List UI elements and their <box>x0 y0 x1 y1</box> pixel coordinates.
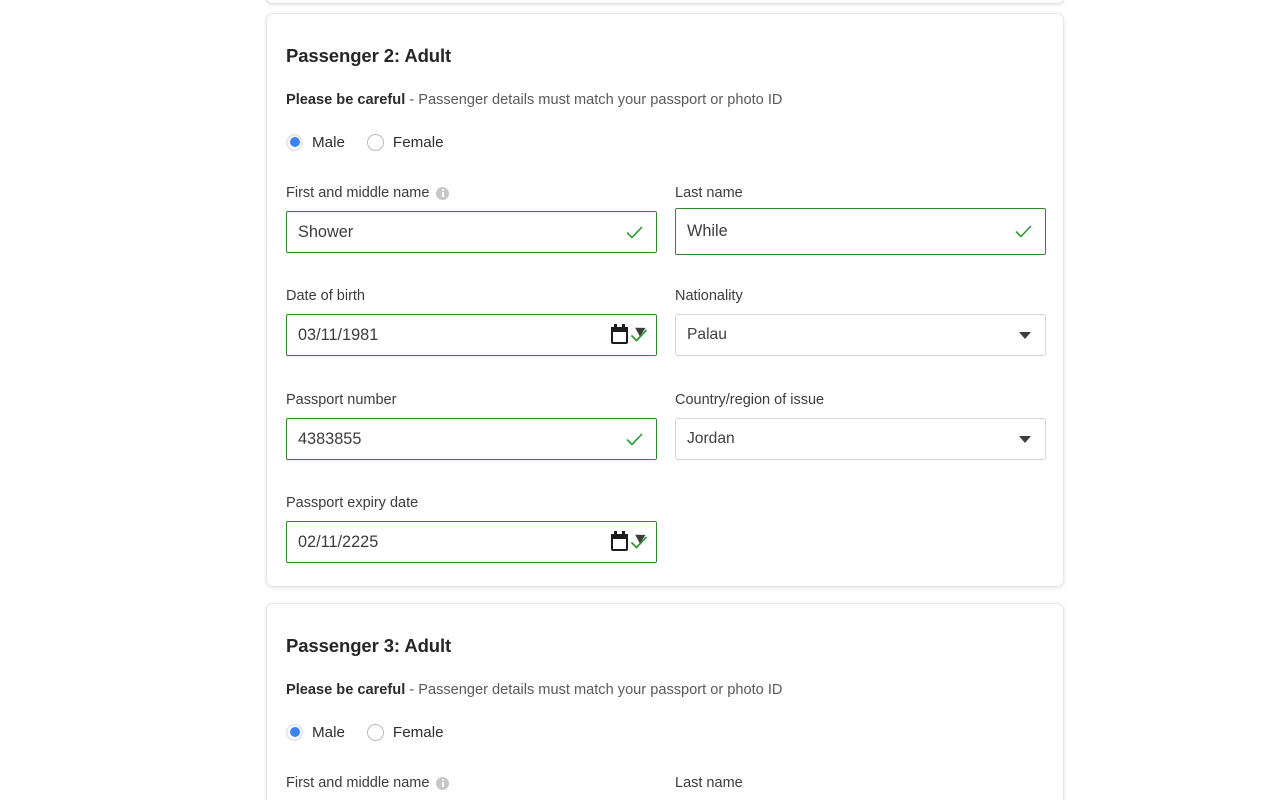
passenger-3-last-name-field: Last name <box>675 774 1046 792</box>
last-name-value: While <box>687 222 728 240</box>
gender-female-label: Female <box>392 133 444 151</box>
passenger-3-gender-female[interactable]: Female <box>366 723 444 741</box>
passenger-2-nationality-field: Nationality Palau <box>675 287 1046 356</box>
valid-check-icon <box>1011 225 1035 238</box>
valid-check-icon <box>622 226 646 239</box>
booking-passenger-details-page: Passenger 2: Adult Please be careful - P… <box>0 0 1280 800</box>
gender-female-label: Female <box>392 723 444 741</box>
warning-bold-text: Please be careful <box>286 682 406 698</box>
last-name-input[interactable]: While <box>675 208 1046 255</box>
nationality-select[interactable]: Palau <box>675 314 1046 356</box>
passenger-2-first-name-field: First and middle name Shower <box>286 184 657 253</box>
warning-rest-text: - Passenger details must match your pass… <box>405 92 783 108</box>
radio-selected-icon[interactable] <box>286 723 303 741</box>
chevron-down-icon[interactable] <box>1019 331 1031 339</box>
passenger-2-passport-number-field: Passport number 4383855 <box>286 391 657 460</box>
nationality-value: Palau <box>687 326 727 343</box>
passenger-2-passport-expiry-field: Passport expiry date 02/11/2225 <box>286 494 657 563</box>
first-name-value: Shower <box>298 222 354 241</box>
calendar-picker[interactable] <box>611 530 649 551</box>
passenger-2-warning: Please be careful - Passenger details mu… <box>286 92 782 108</box>
passport-expiry-label: Passport expiry date <box>286 495 419 511</box>
valid-check-icon <box>631 530 649 550</box>
valid-check-icon <box>622 433 646 446</box>
dob-label: Date of birth <box>286 288 365 304</box>
warning-rest-text: - Passenger details must match your pass… <box>405 682 783 698</box>
passenger-3-gender-group: Male Female <box>286 720 466 744</box>
first-name-label: First and middle name <box>286 184 657 202</box>
passport-expiry-input[interactable]: 02/11/2225 <box>286 521 657 563</box>
first-name-input[interactable]: Shower <box>286 211 657 253</box>
passenger-3-first-name-field: First and middle name <box>286 774 657 792</box>
passenger-3-card: Passenger 3: Adult Please be careful - P… <box>266 603 1064 800</box>
chevron-down-icon[interactable] <box>1019 435 1031 443</box>
passport-number-value: 4383855 <box>298 429 362 448</box>
warning-bold-text: Please be careful <box>286 92 406 108</box>
info-circle-icon[interactable] <box>436 186 450 200</box>
country-of-issue-value: Jordan <box>687 430 735 447</box>
passenger-3-gender-male[interactable]: Male <box>286 723 345 741</box>
passenger-2-card: Passenger 2: Adult Please be careful - P… <box>266 13 1064 587</box>
passenger-2-dob-field: Date of birth 03/11/1981 <box>286 287 657 356</box>
country-of-issue-select[interactable]: Jordan <box>675 418 1046 460</box>
passenger-3-title: Passenger 3: Adult <box>286 635 452 656</box>
calendar-icon[interactable] <box>611 323 628 344</box>
passenger-2-country-of-issue-field: Country/region of issue Jordan <box>675 391 1046 460</box>
dob-value: 03/11/1981 <box>298 325 379 344</box>
passenger-2-last-name-field: Last name While <box>675 184 1046 255</box>
calendar-icon[interactable] <box>611 530 628 551</box>
last-name-label: Last name <box>675 185 743 201</box>
passenger-2-gender-group: Male Female <box>286 130 466 154</box>
previous-passenger-card-sliver <box>266 0 1064 4</box>
passport-expiry-value: 02/11/2225 <box>298 532 379 551</box>
radio-selected-icon[interactable] <box>286 133 303 151</box>
dob-input[interactable]: 03/11/1981 <box>286 314 657 356</box>
info-circle-icon[interactable] <box>436 776 450 790</box>
passenger-2-gender-female[interactable]: Female <box>366 133 444 151</box>
calendar-picker[interactable] <box>611 323 649 344</box>
first-name-label: First and middle name <box>286 774 657 792</box>
passenger-3-warning: Please be careful - Passenger details mu… <box>286 682 782 698</box>
radio-unselected-icon[interactable] <box>366 133 384 151</box>
last-name-label: Last name <box>675 775 743 791</box>
gender-male-label: Male <box>312 133 345 151</box>
nationality-label: Nationality <box>675 288 743 304</box>
radio-unselected-icon[interactable] <box>366 723 384 741</box>
passenger-2-title: Passenger 2: Adult <box>286 45 452 66</box>
gender-male-label: Male <box>312 723 345 741</box>
passport-number-input[interactable]: 4383855 <box>286 418 657 460</box>
country-of-issue-label: Country/region of issue <box>675 392 825 408</box>
passenger-2-gender-male[interactable]: Male <box>286 133 345 151</box>
passport-number-label: Passport number <box>286 392 397 408</box>
valid-check-icon <box>631 323 649 343</box>
